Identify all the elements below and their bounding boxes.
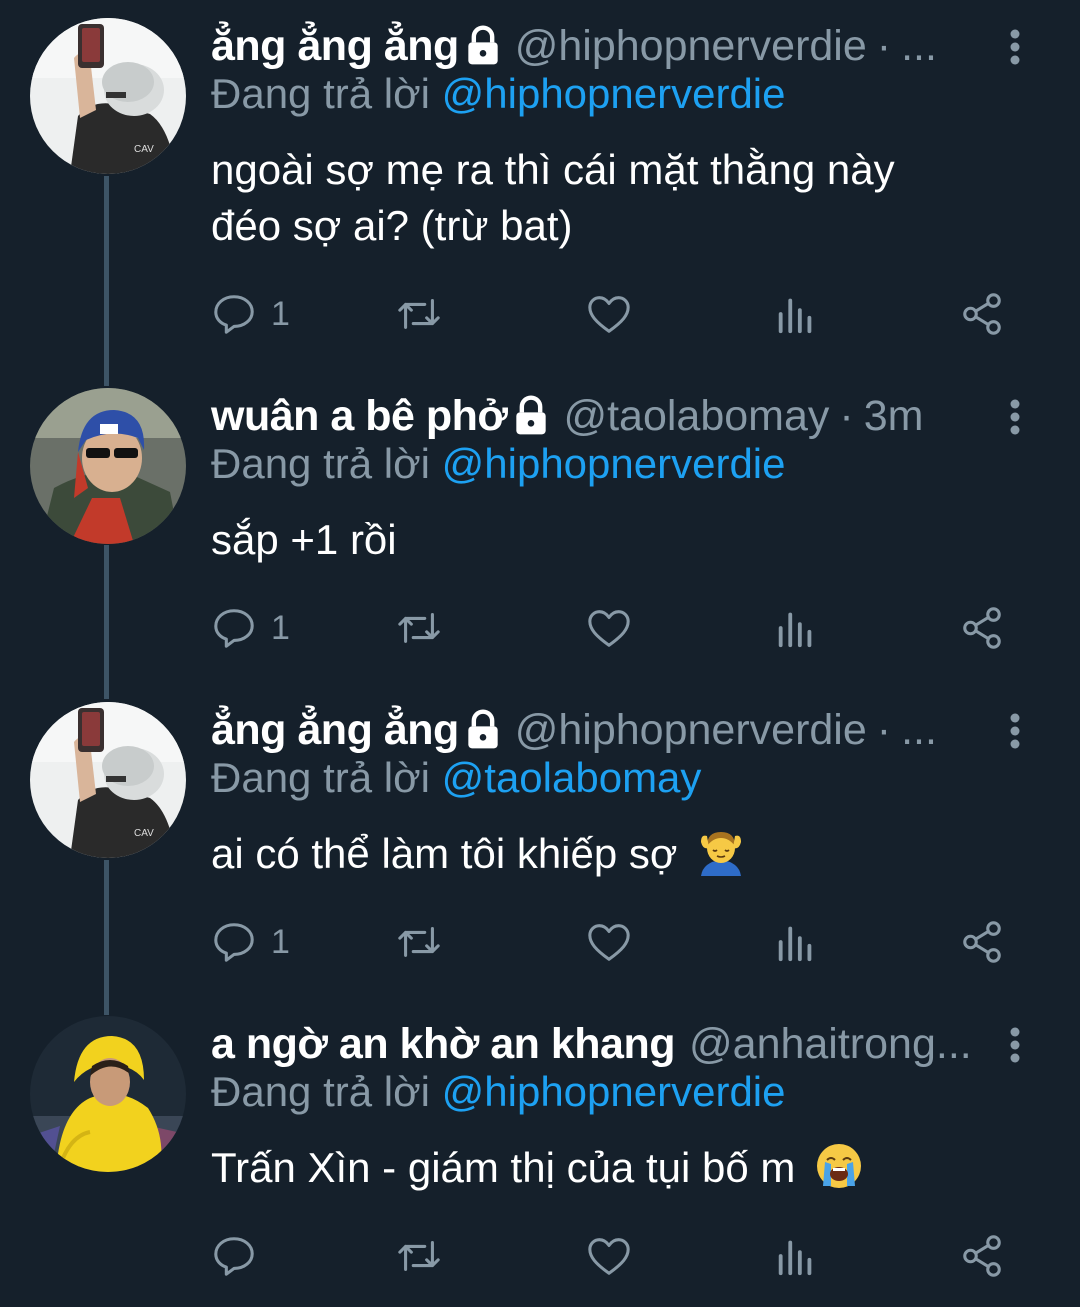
tweet[interactable]: CAV ẳng ẳng ẳng @hiphopnerverdie · ... Đ… <box>0 18 1080 358</box>
share-icon <box>963 293 1001 335</box>
replying-to: Đang trả lời @hiphopnerverdie <box>211 66 786 122</box>
reply-icon <box>214 923 254 962</box>
more-options-icon[interactable] <box>1000 710 1030 752</box>
tweet-actions: 1 <box>211 912 1011 972</box>
more-options-icon[interactable] <box>1000 1024 1030 1066</box>
replying-to: Đang trả lời @hiphopnerverdie <box>211 436 786 492</box>
analytics-button[interactable] <box>773 598 819 658</box>
svg-text:CAV: CAV <box>134 828 154 839</box>
tweet-text-line: ngoài sợ mẹ ra thì cái mặt thằng này <box>211 146 895 193</box>
avatar[interactable] <box>30 1016 186 1172</box>
retweet-button[interactable] <box>396 598 442 658</box>
reply-button[interactable]: 1 <box>211 284 290 344</box>
tweet-actions: 1 <box>211 598 1011 658</box>
replying-to: Đang trả lời @hiphopnerverdie <box>211 1064 786 1120</box>
retweet-icon <box>398 299 440 329</box>
tweet-actions <box>211 1226 1011 1286</box>
reply-count: 1 <box>271 922 290 961</box>
avatar[interactable] <box>30 388 186 544</box>
like-button[interactable] <box>586 912 632 972</box>
retweet-icon <box>398 927 440 957</box>
analytics-button[interactable] <box>773 1226 819 1286</box>
tweet-text-line: sắp +1 rồi <box>211 516 397 563</box>
replying-to-mention[interactable]: @hiphopnerverdie <box>442 440 786 487</box>
tweet-text: Trấn Xìn - giám thị của tụi bố m <box>211 1140 865 1196</box>
reply-icon <box>214 609 254 648</box>
retweet-button[interactable] <box>396 1226 442 1286</box>
tweet-text-line: ai có thể làm tôi khiếp sợ <box>211 830 678 877</box>
tweet-text: ngoài sợ mẹ ra thì cái mặt thằng này đéo… <box>211 142 895 254</box>
share-button[interactable] <box>959 912 1005 972</box>
replying-to-label: Đang trả lời <box>211 1068 430 1115</box>
separator-dot: · <box>876 22 892 70</box>
lock-icon <box>468 25 498 65</box>
avatar[interactable]: CAV <box>30 702 186 858</box>
replying-to-label: Đang trả lời <box>211 70 430 117</box>
tweet-text: ai có thể làm tôi khiếp sợ <box>211 826 747 882</box>
timestamp: ... <box>901 706 937 754</box>
tweet-actions: 1 <box>211 284 1011 344</box>
retweet-button[interactable] <box>396 284 442 344</box>
like-button[interactable] <box>586 598 632 658</box>
tweet-text-line: đéo sợ ai? (trừ bat) <box>211 202 573 249</box>
timestamp: ... <box>901 22 937 70</box>
share-button[interactable] <box>959 284 1005 344</box>
analytics-icon <box>778 1240 812 1276</box>
replying-to: Đang trả lời @taolabomay <box>211 750 701 806</box>
replying-to-label: Đang trả lời <box>211 754 430 801</box>
replying-to-label: Đang trả lời <box>211 440 430 487</box>
like-icon <box>588 296 630 333</box>
tweet[interactable]: a ngờ an khờ an khang @anhaitrong... Đan… <box>0 1016 1080 1306</box>
like-button[interactable] <box>586 284 632 344</box>
reply-count: 1 <box>271 294 290 333</box>
separator-dot: · <box>876 706 892 754</box>
tweet-text-line: Trấn Xìn - giám thị của tụi bố m <box>211 1144 796 1191</box>
reply-button[interactable]: 1 <box>211 598 290 658</box>
timestamp: 3m <box>863 392 924 440</box>
massage-emoji <box>701 832 742 876</box>
more-options-icon[interactable] <box>1000 396 1030 438</box>
reply-button[interactable] <box>211 1226 271 1286</box>
reply-button[interactable]: 1 <box>211 912 290 972</box>
analytics-button[interactable] <box>773 912 819 972</box>
replying-to-mention[interactable]: @taolabomay <box>442 754 702 801</box>
reply-icon <box>214 1237 254 1276</box>
reply-icon <box>214 295 254 334</box>
like-icon <box>588 924 630 961</box>
lock-icon <box>468 709 498 749</box>
more-options-icon[interactable] <box>1000 26 1030 68</box>
svg-text:CAV: CAV <box>134 144 154 155</box>
tweet-text: sắp +1 rồi <box>211 512 397 568</box>
analytics-icon <box>778 926 812 962</box>
tweet[interactable]: CAV ẳng ẳng ẳng @hiphopnerverdie · ... Đ… <box>0 702 1080 992</box>
lock-icon <box>516 395 547 435</box>
loudly-crying-emoji <box>817 1144 862 1188</box>
reply-thread: CAV ẳng ẳng ẳng @hiphopnerverdie · ... Đ… <box>0 0 1080 1307</box>
retweet-icon <box>398 1241 440 1271</box>
replying-to-mention[interactable]: @hiphopnerverdie <box>442 1068 786 1115</box>
like-button[interactable] <box>586 1226 632 1286</box>
separator-dot: · <box>839 392 854 440</box>
share-icon <box>963 607 1001 649</box>
tweet[interactable]: wuân a bê phở @taolabomay · 3m Đang trả … <box>0 388 1080 678</box>
replying-to-mention[interactable]: @hiphopnerverdie <box>442 70 786 117</box>
retweet-button[interactable] <box>396 912 442 972</box>
share-button[interactable] <box>959 1226 1005 1286</box>
share-icon <box>963 921 1001 963</box>
analytics-button[interactable] <box>773 284 819 344</box>
analytics-icon <box>778 298 812 334</box>
reply-count: 1 <box>271 608 290 647</box>
like-icon <box>588 1238 630 1275</box>
share-button[interactable] <box>959 598 1005 658</box>
avatar[interactable]: CAV <box>30 18 186 174</box>
retweet-icon <box>398 613 440 643</box>
share-icon <box>963 1235 1001 1277</box>
like-icon <box>588 610 630 647</box>
analytics-icon <box>778 612 812 648</box>
